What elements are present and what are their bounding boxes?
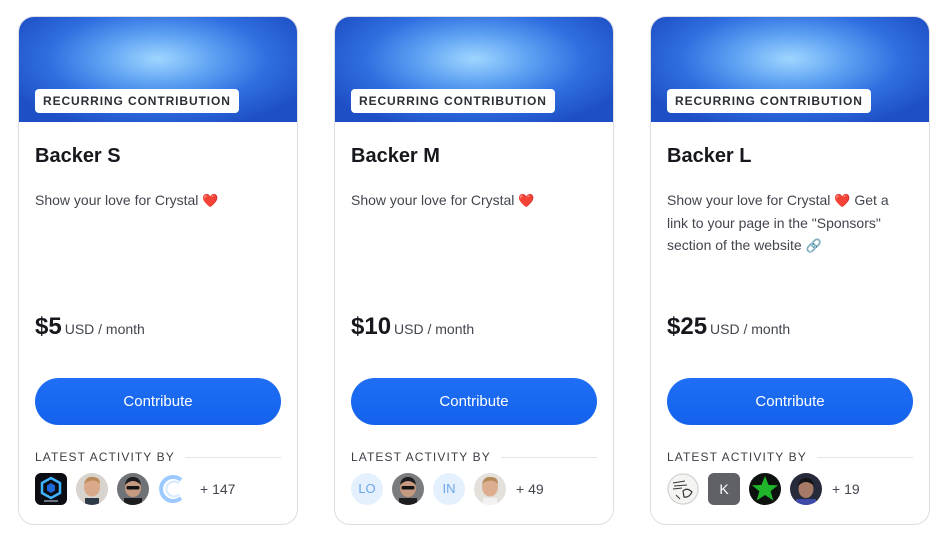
tier-price: $10 USD / month <box>351 313 474 341</box>
price-unit: USD / month <box>710 321 791 337</box>
contributor-avatars: K + 19 <box>667 472 860 505</box>
heart-icon: ❤️ <box>202 193 219 208</box>
divider <box>184 456 281 458</box>
latest-activity-label: LATEST ACTIVITY BY <box>351 450 491 464</box>
avatar[interactable] <box>117 472 149 505</box>
avatar[interactable] <box>35 472 67 505</box>
contributor-avatars: + 147 <box>35 472 235 505</box>
recurring-contribution-tag: RECURRING CONTRIBUTION <box>351 89 555 113</box>
avatar[interactable] <box>392 472 424 505</box>
avatar[interactable] <box>749 472 781 505</box>
tier-title: Backer S <box>35 145 121 167</box>
latest-activity-label: LATEST ACTIVITY BY <box>667 450 807 464</box>
tier-description: Show your love for Crystal ❤️ <box>35 189 275 212</box>
latest-activity-header: LATEST ACTIVITY BY <box>351 449 597 465</box>
price-amount: $10 <box>351 313 392 340</box>
more-contributors-count[interactable]: + 147 <box>200 481 235 497</box>
tier-title: Backer L <box>667 145 752 167</box>
avatar-initials[interactable]: LO <box>351 472 383 505</box>
avatar[interactable] <box>76 472 108 505</box>
tier-description: Show your love for Crystal ❤️ Get a link… <box>667 189 907 257</box>
avatar[interactable] <box>790 472 822 505</box>
divider <box>816 456 913 458</box>
tier-description-text: Show your love for Crystal <box>667 192 831 208</box>
avatar[interactable] <box>158 472 190 505</box>
tier-description-text: Show your love for Crystal <box>35 192 199 208</box>
price-unit: USD / month <box>64 321 145 337</box>
tier-card-backer-s: RECURRING CONTRIBUTION Backer S Show you… <box>18 16 298 525</box>
latest-activity-header: LATEST ACTIVITY BY <box>35 449 281 465</box>
price-amount: $5 <box>35 313 62 340</box>
more-contributors-count[interactable]: + 19 <box>832 481 860 497</box>
price-unit: USD / month <box>394 321 475 337</box>
divider <box>500 456 597 458</box>
tier-description: Show your love for Crystal ❤️ <box>351 189 591 212</box>
tier-card-backer-l: RECURRING CONTRIBUTION Backer L Show you… <box>650 16 930 525</box>
latest-activity-header: LATEST ACTIVITY BY <box>667 449 913 465</box>
heart-icon: ❤️ <box>518 193 535 208</box>
avatar[interactable] <box>667 472 699 505</box>
contributor-avatars: LO IN + 49 <box>351 472 544 505</box>
price-amount: $25 <box>667 313 708 340</box>
latest-activity-label: LATEST ACTIVITY BY <box>35 450 175 464</box>
contribute-button[interactable]: Contribute <box>35 378 281 425</box>
avatar-initial-k[interactable]: K <box>708 472 740 505</box>
tier-card-backer-m: RECURRING CONTRIBUTION Backer M Show you… <box>334 16 614 525</box>
heart-icon: ❤️ <box>834 193 851 208</box>
tier-price: $25 USD / month <box>667 313 790 341</box>
link-icon: 🔗 <box>805 238 822 253</box>
tier-title: Backer M <box>351 145 440 167</box>
recurring-contribution-tag: RECURRING CONTRIBUTION <box>35 89 239 113</box>
contribute-button[interactable]: Contribute <box>667 378 913 425</box>
tier-description-text: Show your love for Crystal <box>351 192 515 208</box>
avatar[interactable] <box>474 472 506 505</box>
avatar-initials[interactable]: IN <box>433 472 465 505</box>
more-contributors-count[interactable]: + 49 <box>516 481 544 497</box>
contribute-button[interactable]: Contribute <box>351 378 597 425</box>
tier-price: $5 USD / month <box>35 313 145 341</box>
recurring-contribution-tag: RECURRING CONTRIBUTION <box>667 89 871 113</box>
